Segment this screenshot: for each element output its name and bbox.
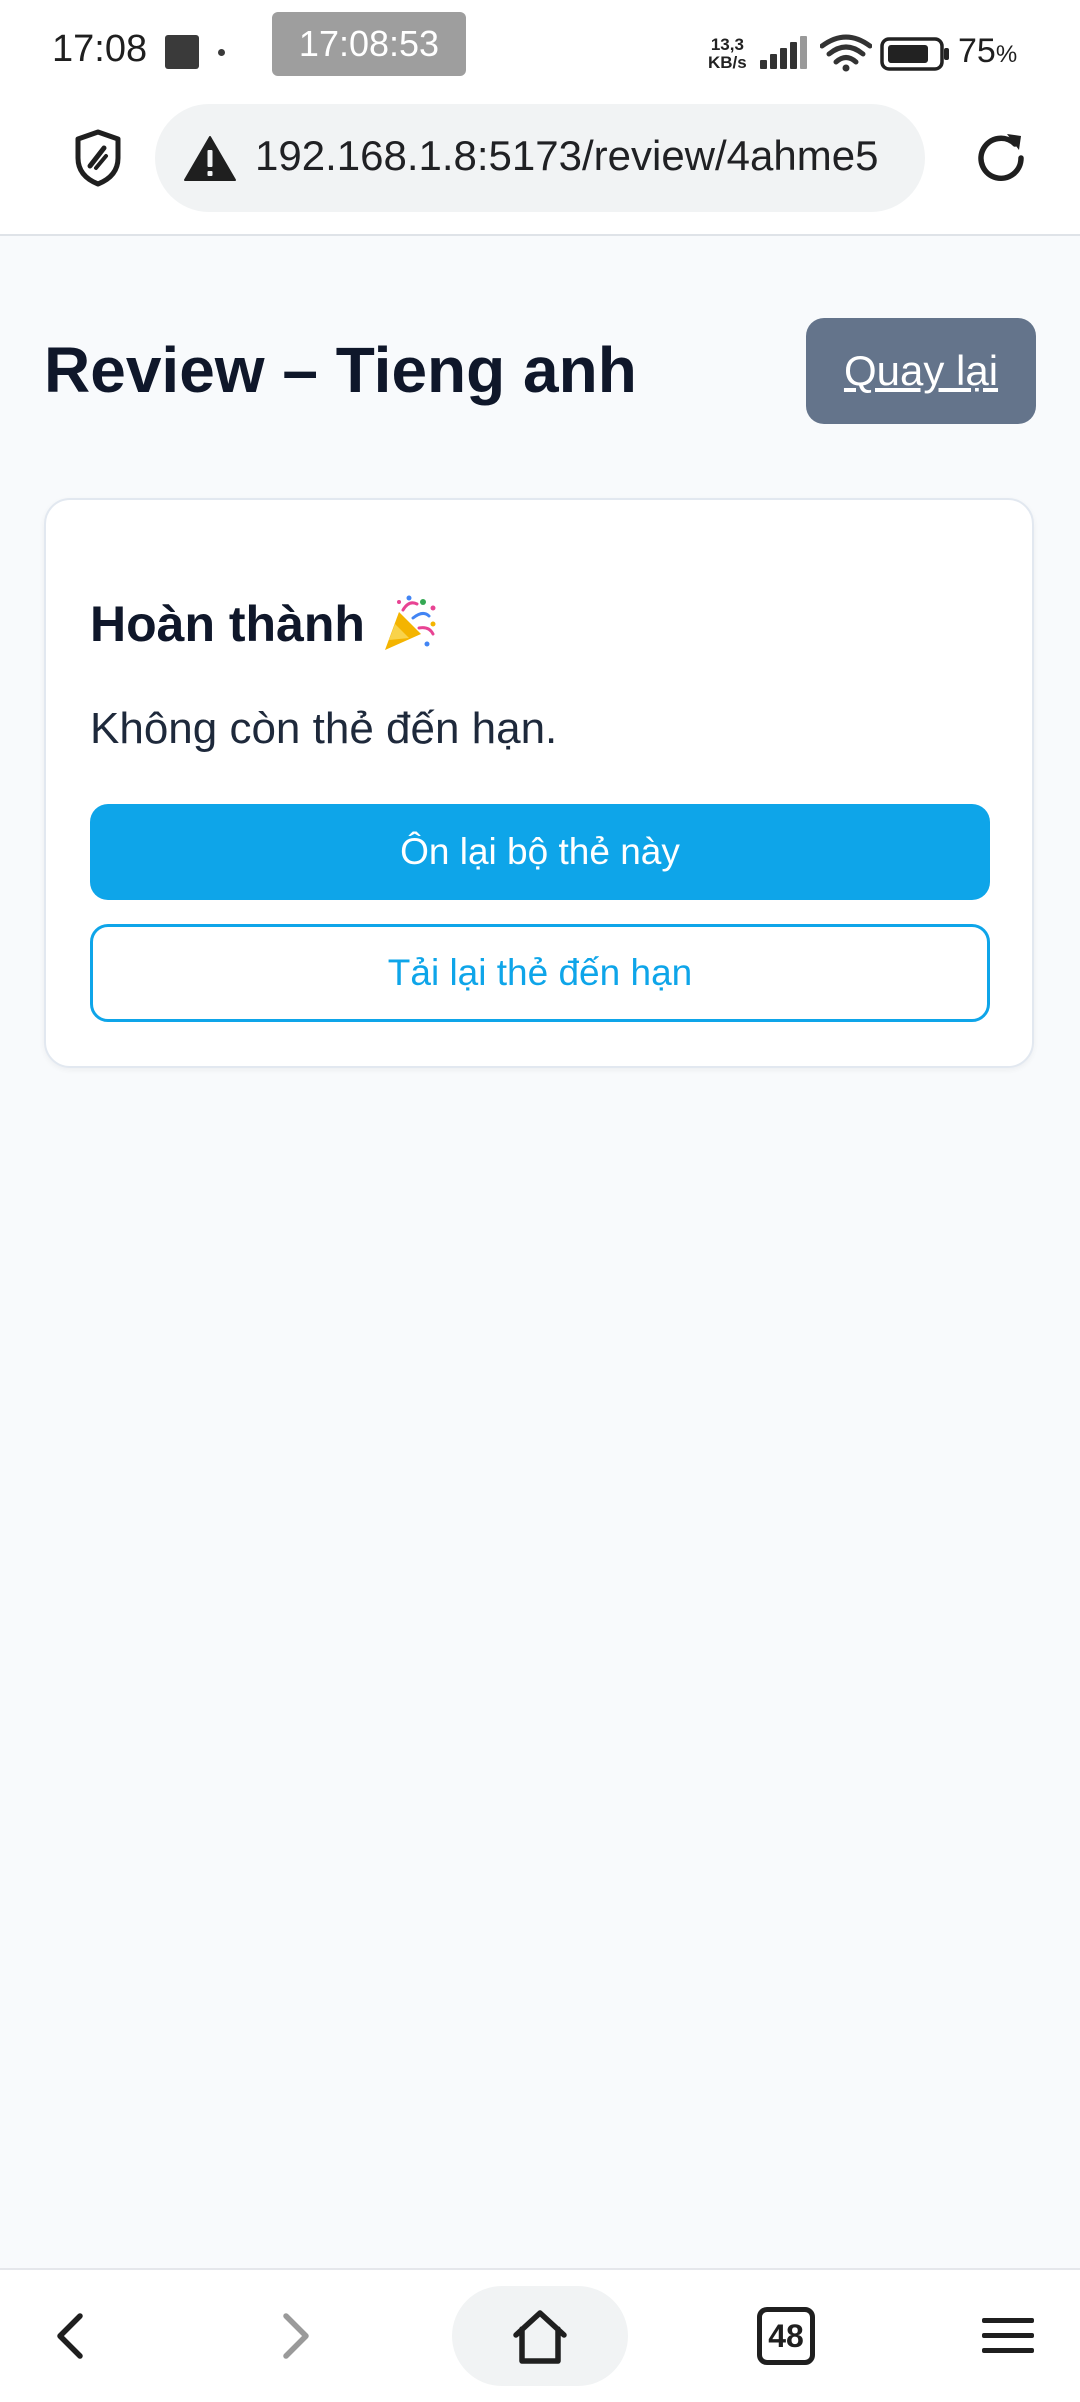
browser-bottom-nav: 48 bbox=[0, 2268, 1080, 2402]
nav-home-icon-wrap[interactable] bbox=[492, 2288, 588, 2384]
review-deck-again-button[interactable]: Ôn lại bộ thẻ này bbox=[90, 804, 990, 900]
network-speed-unit: KB/s bbox=[708, 53, 747, 72]
screen-record-timer: 17:08:53 bbox=[272, 12, 466, 76]
notification-dot-icon bbox=[218, 49, 225, 56]
browser-toolbar: 192.168.1.8:5173/review/4ahme5 bbox=[0, 100, 1080, 236]
chevron-left-icon bbox=[57, 2313, 83, 2359]
back-link-button[interactable]: Quay lại bbox=[806, 318, 1036, 424]
warning-icon[interactable] bbox=[183, 134, 237, 182]
url-text[interactable]: 192.168.1.8:5173/review/4ahme5 bbox=[255, 132, 915, 180]
network-speed: 13,3 KB/s bbox=[708, 36, 747, 72]
chevron-right-icon bbox=[283, 2313, 309, 2359]
nav-tabs-button[interactable]: 48 bbox=[738, 2288, 834, 2384]
party-popper-icon bbox=[384, 595, 436, 650]
address-bar[interactable]: 192.168.1.8:5173/review/4ahme5 bbox=[155, 104, 925, 212]
battery-percent-value: 75 bbox=[958, 32, 996, 70]
cellular-signal-icon bbox=[760, 36, 807, 69]
nav-forward-button[interactable] bbox=[246, 2288, 342, 2384]
wifi-icon bbox=[820, 34, 872, 72]
battery-percent: 75% bbox=[958, 32, 1017, 71]
menu-icon bbox=[982, 2318, 1034, 2353]
card-title-text: Hoàn thành bbox=[90, 596, 365, 652]
reload-icon[interactable] bbox=[965, 122, 1037, 194]
reload-due-cards-button[interactable]: Tải lại thẻ đến hạn bbox=[90, 924, 990, 1022]
network-speed-value: 13,3 bbox=[710, 35, 744, 54]
card-title: Hoàn thành bbox=[90, 592, 439, 656]
notification-square-icon bbox=[165, 35, 199, 69]
page-title: Review – Tieng anh bbox=[44, 334, 637, 406]
status-time: 17:08 bbox=[52, 28, 148, 70]
tab-count: 48 bbox=[757, 2307, 815, 2365]
completion-card: Hoàn thành Không còn thẻ đến hạn. Ôn lại… bbox=[44, 498, 1034, 1068]
home-icon bbox=[513, 2310, 567, 2364]
shield-icon[interactable] bbox=[62, 122, 134, 194]
nav-back-button[interactable] bbox=[24, 2288, 120, 2384]
battery-percent-unit: % bbox=[995, 41, 1018, 68]
card-message: Không còn thẻ đến hạn. bbox=[90, 704, 558, 753]
battery-icon bbox=[880, 37, 949, 71]
nav-menu-button[interactable] bbox=[960, 2288, 1056, 2384]
status-bar: 17:08 17:08:53 13,3 KB/s 75% bbox=[0, 0, 1080, 100]
